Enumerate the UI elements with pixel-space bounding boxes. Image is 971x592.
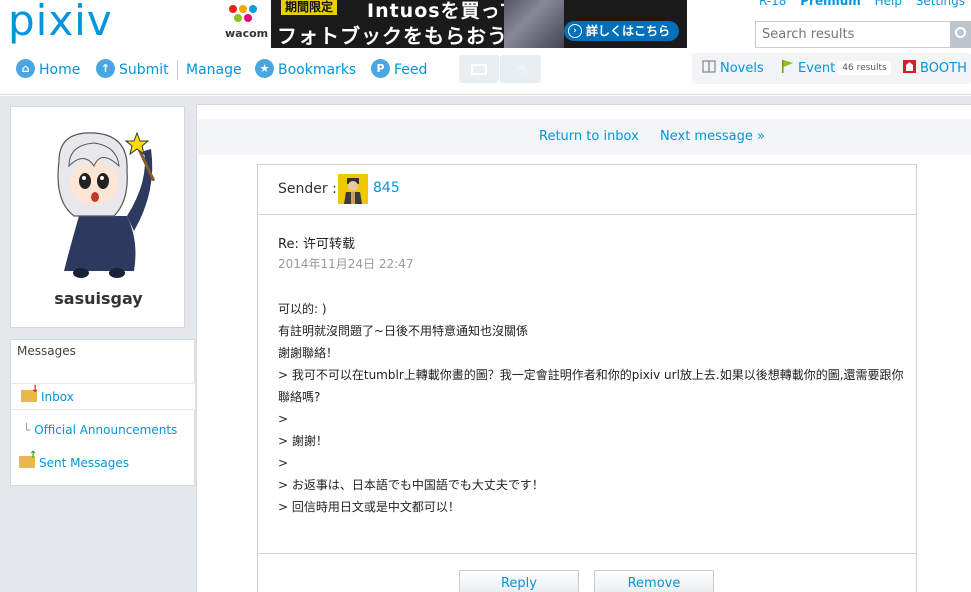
message-date: 2014年11月24日 22:47	[278, 257, 414, 271]
nav-home[interactable]: ⌂ Home	[16, 58, 80, 82]
message-line: > お返事は、日本語でも中国語でも大丈夫です！	[278, 478, 544, 492]
messages-menu: Messages ↓ Inbox └ Official Announcements …	[10, 339, 195, 486]
nav-submit[interactable]: ↑ Submit	[96, 58, 169, 82]
nav-novels-label: Novels	[720, 61, 764, 76]
book-icon	[702, 60, 716, 73]
mail-icon	[471, 64, 487, 75]
top-links: R-18 Premium Help Settings	[749, 0, 965, 8]
feed-icon: P	[371, 58, 390, 78]
wacom-brand-text: wacom	[225, 27, 269, 40]
settings-link[interactable]: Settings	[916, 0, 965, 8]
search-icon	[955, 27, 966, 38]
nav-submit-label: Submit	[119, 62, 169, 78]
ad-banner[interactable]: wacom Intuosを買って 期間限定 フォトブックをもらおう! › 詳しく…	[219, 0, 687, 48]
message-line: > 謝謝！	[278, 434, 328, 448]
r18-link[interactable]: R-18	[759, 0, 786, 8]
remove-button[interactable]: Remove	[594, 570, 714, 592]
search-box	[755, 21, 971, 48]
banner-limited-badge: 期間限定	[281, 0, 338, 15]
tree-branch-icon: └	[23, 423, 31, 437]
message-line: >	[278, 456, 289, 470]
message-subject: Re: 许可转载	[278, 237, 355, 252]
message-box: Sender : 845 Re: 许可转载 2014年11月24日 22:47 …	[257, 164, 917, 592]
booth-icon	[903, 60, 916, 73]
star-icon: ★	[255, 58, 274, 78]
message-actions: Reply Remove	[258, 553, 916, 592]
upload-icon: ↑	[96, 58, 115, 78]
inbox-folder-icon: ↓	[21, 384, 39, 402]
help-link[interactable]: Help	[875, 0, 902, 8]
search-button[interactable]	[950, 21, 971, 48]
profile-username[interactable]: sasuisgay	[11, 289, 186, 308]
return-to-inbox-link[interactable]: Return to inbox	[539, 129, 639, 144]
sender-name[interactable]: 845	[373, 180, 400, 196]
user-avatar[interactable]	[39, 121, 159, 281]
banner-cta-button[interactable]: › 詳しくはこちら	[564, 21, 679, 41]
wacom-logo: wacom	[219, 0, 271, 48]
nav-event[interactable]: Event 46 results	[780, 53, 891, 84]
messages-menu-title: Messages	[17, 344, 76, 358]
menu-item-inbox-label: Inbox	[41, 390, 74, 404]
wacom-dots-icon	[229, 5, 257, 22]
message-nav-bar: Return to inbox Next message »	[197, 119, 971, 155]
messages-button[interactable]	[459, 55, 499, 83]
nav-booth-label: BOOTH	[920, 61, 967, 76]
nav-booth[interactable]: BOOTH	[902, 53, 967, 84]
nav-bookmarks-label: Bookmarks	[278, 62, 357, 78]
menu-item-sent-messages-label: Sent Messages	[39, 456, 129, 470]
hand-icon: ☝	[515, 59, 526, 78]
sender-label: Sender :	[278, 181, 337, 197]
search-input[interactable]	[756, 22, 950, 47]
sender-row: Sender : 845	[258, 165, 916, 215]
nav-manage[interactable]: Manage	[186, 58, 242, 82]
message-line: 謝謝聯絡！	[278, 346, 339, 360]
right-nav: Novels Event 46 results BOOTH	[692, 53, 971, 84]
nav-event-label: Event	[798, 61, 836, 76]
nav-home-label: Home	[39, 62, 81, 78]
header: pixiv wacom Intuosを買って 期間限定 フォトブックをもらおう!…	[0, 0, 971, 95]
message-line: >	[278, 412, 289, 426]
menu-item-official-announcements[interactable]: └ Official Announcements	[11, 417, 195, 444]
menu-item-inbox[interactable]: ↓ Inbox	[11, 383, 195, 410]
nav-bookmarks[interactable]: ★ Bookmarks	[255, 58, 356, 82]
nav-feed[interactable]: P Feed	[371, 58, 427, 82]
pixiv-logo[interactable]: pixiv	[8, 0, 113, 45]
home-icon: ⌂	[16, 58, 35, 78]
message-line: 可以的: )	[278, 302, 327, 316]
message-line: > 我可不可以在tumblr上轉載你畫的圖？我一定會註明作者和你的pixiv u…	[278, 368, 904, 404]
menu-item-sent-messages[interactable]: ↑ Sent Messages	[11, 450, 195, 477]
event-count-badge: 46 results	[838, 60, 891, 75]
arrow-right-icon: ›	[568, 24, 582, 38]
premium-link[interactable]: Premium	[800, 0, 861, 8]
nav-divider	[177, 60, 178, 80]
nav-feed-label: Feed	[394, 62, 428, 78]
menu-item-official-announcements-label: Official Announcements	[34, 423, 178, 437]
banner-photo-collage	[504, 0, 564, 48]
sender-avatar[interactable]	[338, 174, 368, 204]
message-body: 可以的: ) 有註明就沒問題了~日後不用特意通知也沒關係 謝謝聯絡！ > 我可不…	[278, 298, 908, 518]
banner-line-2: フォトブックをもらおう!	[277, 24, 519, 48]
flag-icon	[782, 60, 793, 73]
sent-folder-icon: ↑	[19, 450, 37, 468]
profile-card: sasuisgay	[10, 106, 185, 328]
nav-manage-label: Manage	[186, 62, 242, 78]
nav-novels[interactable]: Novels	[702, 53, 764, 84]
message-line: 有註明就沒問題了~日後不用特意通知也沒關係	[278, 324, 529, 338]
message-line: > 回信時用日文或是中文都可以！	[278, 500, 460, 514]
next-message-link[interactable]: Next message »	[660, 129, 765, 144]
notifications-button[interactable]: ☝	[500, 55, 541, 83]
banner-cta-label: 詳しくはこちら	[586, 24, 671, 38]
reply-button[interactable]: Reply	[459, 570, 579, 592]
